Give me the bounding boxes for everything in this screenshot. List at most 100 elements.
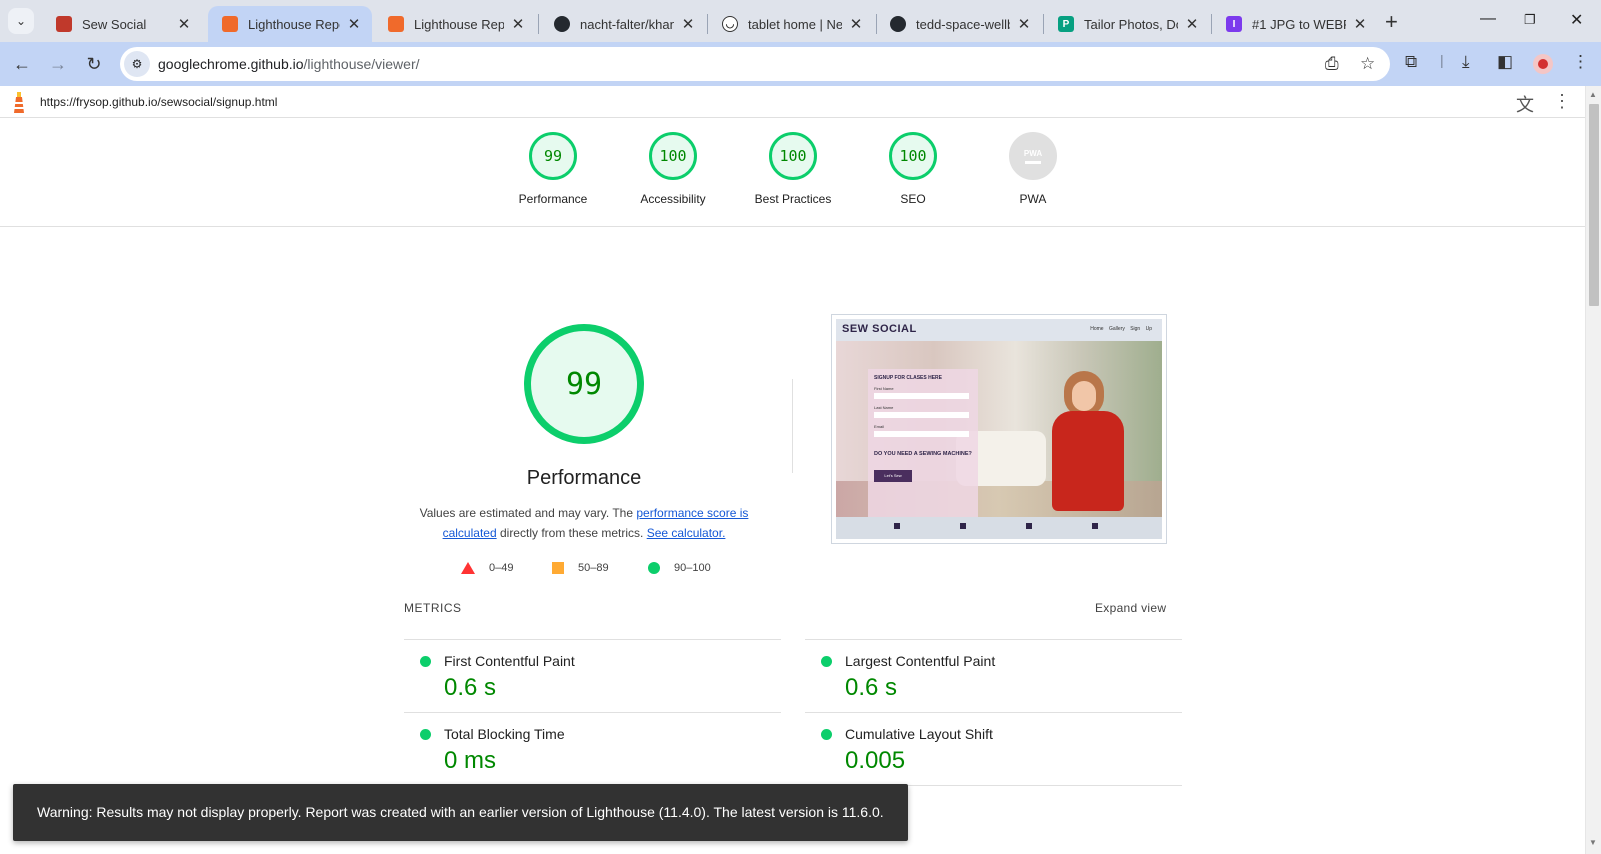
divider <box>792 379 793 473</box>
screenshot-image: SEW SOCIAL Home Gallery Sign Up SIGNUP F… <box>836 319 1162 539</box>
warning-toast: Warning: Results may not display properl… <box>13 784 908 841</box>
tab-lighthouse-report-active[interactable]: Lighthouse Report ✕ <box>208 6 372 42</box>
report-main: 99 Performance Values are estimated and … <box>0 227 1585 854</box>
tab-title: nacht-falter/khanc <box>580 16 674 32</box>
forward-icon[interactable]: → <box>46 52 70 76</box>
gauge-seo[interactable]: 100 SEO <box>853 132 973 206</box>
scroll-up-icon[interactable]: ▲ <box>1589 90 1597 99</box>
metric-value: 0.005 <box>845 747 906 774</box>
pass-circle-icon <box>420 656 431 667</box>
form-heading: SIGNUP FOR CLASES HERE <box>874 375 942 381</box>
warning-text: Warning: Results may not display properl… <box>37 804 884 820</box>
new-tab-button[interactable]: + <box>1385 9 1398 35</box>
pwa-badge-icon: PWA <box>1009 132 1057 180</box>
restore-icon[interactable]: ❐ <box>1524 12 1536 28</box>
gauge-score: 100 <box>769 132 817 180</box>
metric-name: Largest Contentful Paint <box>845 653 996 669</box>
metric-value: 0.6 s <box>444 674 497 701</box>
converter-icon: I <box>1226 16 1242 32</box>
legend-fail: 0–49 <box>461 562 513 574</box>
gauge-pwa[interactable]: PWA PWA <box>973 132 1093 206</box>
gauge-label: Accessibility <box>640 192 706 206</box>
side-panel-icon[interactable]: ◧ <box>1497 52 1513 72</box>
gauge-performance[interactable]: 99 Performance <box>493 132 613 206</box>
profile-avatar[interactable] <box>1533 54 1553 74</box>
performance-title: Performance <box>526 467 642 489</box>
close-window-icon[interactable]: ✕ <box>1570 10 1583 30</box>
site-info-icon[interactable]: ⚙ <box>124 51 150 77</box>
url-text[interactable]: googlechrome.github.io/lighthouse/viewer… <box>158 56 420 72</box>
install-app-icon[interactable]: ⎙ <box>1325 54 1339 74</box>
close-icon[interactable]: ✕ <box>848 15 864 33</box>
desc-text: directly from these metrics. <box>496 526 647 540</box>
pass-circle-icon <box>821 656 832 667</box>
extensions-icon[interactable]: ⧉ <box>1405 52 1417 72</box>
close-icon[interactable]: ✕ <box>346 15 362 33</box>
expand-view-toggle[interactable]: Expand view <box>1095 601 1166 615</box>
twitter-icon <box>1092 523 1098 529</box>
screenshot-nav: Home Gallery Sign Up <box>1090 326 1152 332</box>
form-label: Last Name <box>874 405 894 410</box>
pass-circle-icon <box>420 729 431 740</box>
minimize-icon[interactable]: — <box>1480 10 1496 28</box>
gauge-best-practices[interactable]: 100 Best Practices <box>733 132 853 206</box>
smiley-icon: ◡ <box>722 16 738 32</box>
legend-label: 50–89 <box>578 562 609 574</box>
page-scrollbar[interactable]: ▲ ▼ <box>1585 86 1601 854</box>
tab-tablet-home[interactable]: ◡ tablet home | New ✕ <box>708 6 874 42</box>
fail-triangle-icon <box>461 562 475 574</box>
gauge-label: Best Practices <box>754 192 832 206</box>
github-icon <box>890 16 906 32</box>
tab-github-khanc[interactable]: nacht-falter/khanc ✕ <box>540 6 706 42</box>
address-bar[interactable]: ⚙ googlechrome.github.io/lighthouse/view… <box>120 47 1390 81</box>
close-icon[interactable]: ✕ <box>680 15 696 33</box>
toolbar-divider: | <box>1440 52 1444 68</box>
metric-total-blocking-time: Total Blocking Time 0 ms <box>404 712 781 785</box>
screenshot-signup-form: SIGNUP FOR CLASES HERE First Name Last N… <box>868 369 978 534</box>
close-icon[interactable]: ✕ <box>510 15 526 33</box>
form-label: First Name <box>874 386 894 391</box>
sew-social-favicon <box>56 16 72 32</box>
legend-label: 0–49 <box>489 562 514 574</box>
pwa-badge-text: PWA <box>1023 148 1043 158</box>
reload-icon[interactable]: ↻ <box>82 52 106 76</box>
form-button: Let's Sew <box>874 470 912 482</box>
scroll-down-icon[interactable]: ▼ <box>1589 838 1597 847</box>
translate-icon[interactable]: 文 <box>1516 91 1534 117</box>
back-icon[interactable]: ← <box>10 52 34 76</box>
pexels-icon: P <box>1058 16 1074 32</box>
tab-tailor-photos[interactable]: P Tailor Photos, Dov ✕ <box>1044 6 1210 42</box>
tab-lighthouse-report[interactable]: Lighthouse Report ✕ <box>374 6 536 42</box>
browser-toolbar: ← → ↻ ⚙ googlechrome.github.io/lighthous… <box>0 42 1601 86</box>
metrics-heading: METRICS <box>404 601 462 615</box>
downloads-icon[interactable]: ⤓ <box>1462 52 1470 72</box>
github-icon <box>554 16 570 32</box>
metric-name: Total Blocking Time <box>444 726 565 742</box>
metric-largest-contentful-paint: Largest Contentful Paint 0.6 s <box>805 639 1182 712</box>
tab-jpg-to-webp[interactable]: I #1 JPG to WEBP C ✕ <box>1212 6 1378 42</box>
scrollbar-thumb[interactable] <box>1589 104 1599 306</box>
bookmark-star-icon[interactable]: ☆ <box>1360 54 1375 74</box>
report-url[interactable]: https://frysop.github.io/sewsocial/signu… <box>40 95 277 109</box>
metric-name: Cumulative Layout Shift <box>845 726 993 742</box>
close-icon[interactable]: ✕ <box>1016 15 1032 33</box>
screenshot-hero-photo: SIGNUP FOR CLASES HERE First Name Last N… <box>836 341 1162 534</box>
close-icon[interactable]: ✕ <box>176 15 192 33</box>
gauge-accessibility[interactable]: 100 Accessibility <box>613 132 733 206</box>
calculator-link[interactable]: See calculator. <box>647 526 726 540</box>
close-icon[interactable]: ✕ <box>1352 15 1368 33</box>
tools-menu-icon[interactable]: ⋮ <box>1553 91 1571 112</box>
tab-sew-social[interactable]: Sew Social ✕ <box>42 6 202 42</box>
lighthouse-favicon <box>222 16 238 32</box>
gauge-label: SEO <box>900 192 926 206</box>
tab-title: #1 JPG to WEBP C <box>1252 16 1346 32</box>
final-screenshot[interactable]: SEW SOCIAL Home Gallery Sign Up SIGNUP F… <box>831 314 1167 544</box>
gauge-score: 99 <box>529 132 577 180</box>
lighthouse-favicon <box>388 16 404 32</box>
more-menu-icon[interactable]: ⋮ <box>1572 52 1589 72</box>
legend-pass: 90–100 <box>648 562 711 574</box>
facebook-icon <box>894 523 900 529</box>
tab-github-tedd-space[interactable]: tedd-space-wellbe ✕ <box>876 6 1042 42</box>
tab-search-button[interactable]: ⌄ <box>8 8 34 34</box>
close-icon[interactable]: ✕ <box>1184 15 1200 33</box>
